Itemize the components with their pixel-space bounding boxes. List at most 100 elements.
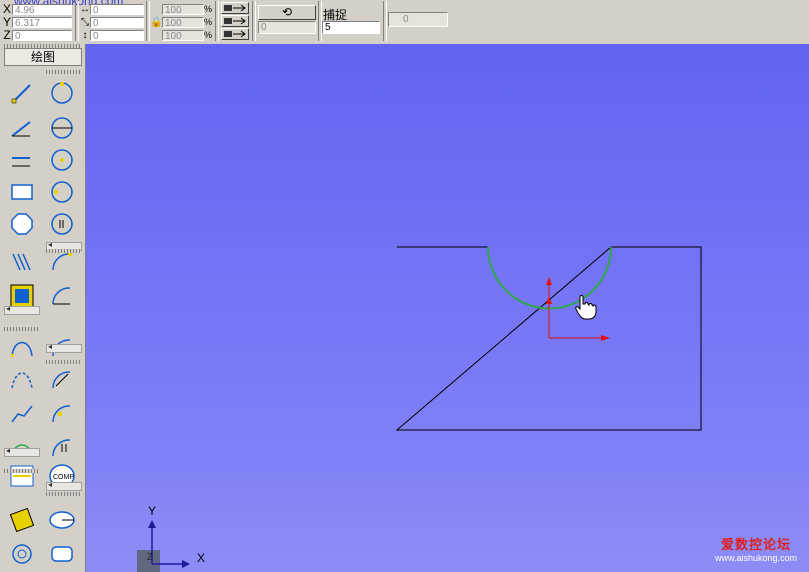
arc-tool-5[interactable] xyxy=(48,400,76,428)
bezier-tool[interactable] xyxy=(8,334,36,362)
vertical-arrow-icon: ↕ xyxy=(82,29,88,41)
percent-label: % xyxy=(204,4,213,14)
local-y-arrow-icon xyxy=(546,277,552,285)
rectangle-tool-icon xyxy=(11,184,33,200)
circle-3pt-radius-tool-icon xyxy=(51,149,73,171)
toolbox-scroll-strip[interactable]: ◂ xyxy=(46,342,82,353)
toolbox-scroll-strip[interactable]: ◂ xyxy=(4,304,40,315)
watermark-title: 爱数控论坛 xyxy=(720,538,791,553)
rectangle-tool[interactable] xyxy=(8,178,36,206)
toolbox-scroll-strip[interactable]: ◂ xyxy=(4,446,40,457)
horizontal-arrow-icon: ↔ xyxy=(80,3,90,15)
y-coordinate-field[interactable]: 6.317 xyxy=(12,16,72,28)
global-z-label: Z xyxy=(147,552,153,563)
scroll-left-icon: ◂ xyxy=(48,480,53,489)
polygon-tool-icon xyxy=(11,213,33,235)
coordinate-group: X 4.96 Y 6.317 Z 0 xyxy=(2,1,74,42)
tab-drawing[interactable]: 绘图 xyxy=(4,48,82,66)
spiral-tool[interactable] xyxy=(8,540,36,568)
arc-tool-4-icon xyxy=(52,371,71,389)
text-tool[interactable] xyxy=(8,506,36,534)
arc-tool-6-icon xyxy=(52,439,71,457)
parallel-lines-tool[interactable] xyxy=(8,248,36,276)
top-toolbar: www.aishukong.com X 4.96 Y 6.317 Z 0 ↔ 0… xyxy=(0,0,809,45)
rounded-rect-tool[interactable] xyxy=(48,540,76,568)
canvas-drawing: Y X Z xyxy=(137,246,702,572)
mirror-button-2[interactable] xyxy=(221,15,249,27)
mirror-button-3[interactable] xyxy=(221,28,249,40)
circle-2pt-tool-icon xyxy=(51,181,73,203)
watermark-url: www.aishukong.com xyxy=(714,553,797,563)
arc-tool-5-icon xyxy=(52,405,71,423)
percent-label: % xyxy=(204,17,213,27)
toolbox-scroll-strip[interactable]: ◂ xyxy=(46,480,82,491)
drawing-canvas[interactable]: Y X Z 爱数控论坛 www.aishukong.com xyxy=(86,44,809,572)
toolbox-section-grip[interactable] xyxy=(46,492,80,496)
angled-line-tool-icon xyxy=(11,121,31,137)
watermark: 爱数控论坛 www.aishukong.com xyxy=(715,534,797,563)
scale-group: 100 % 🔒 100 % 100 % xyxy=(150,1,214,41)
offset-tool-icon xyxy=(10,465,34,487)
offset-tool[interactable] xyxy=(8,462,36,490)
dy-field[interactable]: 0 xyxy=(90,16,144,28)
arc-tool-2-icon xyxy=(52,287,71,305)
hv-line-tool[interactable] xyxy=(8,146,36,174)
mirror-icon xyxy=(224,4,246,12)
local-x-arrow-icon xyxy=(601,335,610,341)
local-y-arrow-icon xyxy=(546,296,552,304)
arc-tool-6[interactable] xyxy=(48,434,76,462)
mirror-icon xyxy=(224,17,246,25)
curve-tool[interactable] xyxy=(8,366,36,394)
mirror-button-1[interactable] xyxy=(221,2,249,14)
line-tool-icon xyxy=(11,84,31,104)
comp-label: COMP xyxy=(53,474,74,481)
polygon-tool[interactable] xyxy=(8,210,36,238)
global-x-label: X xyxy=(197,551,205,565)
snap-value-field[interactable]: 5 xyxy=(322,21,380,34)
dz-field[interactable]: 0 xyxy=(90,29,144,41)
rotate-angle-field[interactable]: 0 xyxy=(258,21,316,34)
extra-value-field[interactable]: 0 xyxy=(388,12,448,27)
ellipse-tool-icon xyxy=(49,511,75,529)
angled-line-tool[interactable] xyxy=(8,114,36,142)
line-tool[interactable] xyxy=(8,79,36,107)
scale-field-3[interactable]: 100 xyxy=(162,29,204,41)
x-label: X xyxy=(2,2,11,16)
hv-line-tool-icon xyxy=(12,157,30,167)
scale-field-1[interactable]: 100 xyxy=(162,3,204,15)
diagonal-arrow-icon: ⤡ xyxy=(81,16,89,28)
rotate-button[interactable]: ⟲ xyxy=(258,5,316,20)
toolbox-section-grip[interactable] xyxy=(4,327,38,331)
circle-3pt-tool[interactable] xyxy=(48,210,76,238)
rounded-rect-tool-icon xyxy=(51,546,73,562)
toolbox-section-grip[interactable] xyxy=(46,70,80,74)
text-tool-icon xyxy=(9,507,35,533)
dx-field[interactable]: 0 xyxy=(90,3,144,15)
arc-tool-2[interactable] xyxy=(48,282,76,310)
polyline-tool[interactable] xyxy=(8,400,36,428)
circle-3pt-tool-icon xyxy=(51,213,73,235)
toolbox-section-grip[interactable] xyxy=(46,360,80,364)
global-x-arrow-icon xyxy=(182,560,190,568)
lock-icon[interactable]: 🔒 xyxy=(150,17,162,28)
parallel-lines-tool-icon xyxy=(12,253,31,271)
circle-3pt-radius-tool[interactable] xyxy=(48,146,76,174)
toolbox-section-grip[interactable] xyxy=(4,469,38,473)
separator xyxy=(75,1,79,41)
ellipse-tool[interactable] xyxy=(48,506,76,534)
delta-group: ↔ 0 ⤡ 0 ↕ 0 xyxy=(80,1,146,41)
toolbox-section-grip[interactable] xyxy=(46,249,80,253)
bezier-tool-icon xyxy=(11,341,33,357)
circle-center-radius-tool[interactable] xyxy=(48,79,76,107)
hand-cursor-icon xyxy=(575,295,597,320)
percent-label: % xyxy=(204,30,213,40)
z-coordinate-field[interactable]: 0 xyxy=(12,29,72,41)
separator xyxy=(383,1,387,41)
arc-tool-4[interactable] xyxy=(48,366,76,394)
circle-2pt-tool[interactable] xyxy=(48,178,76,206)
scale-field-2[interactable]: 100 xyxy=(162,16,204,28)
scroll-left-icon: ◂ xyxy=(48,240,53,249)
circle-diameter-tool[interactable] xyxy=(48,114,76,142)
drawing-toolbox: 绘图 COMP ◂ ◂ ◂ ◂ ◂ xyxy=(0,44,86,572)
x-coordinate-field[interactable]: 4.96 xyxy=(12,3,72,15)
